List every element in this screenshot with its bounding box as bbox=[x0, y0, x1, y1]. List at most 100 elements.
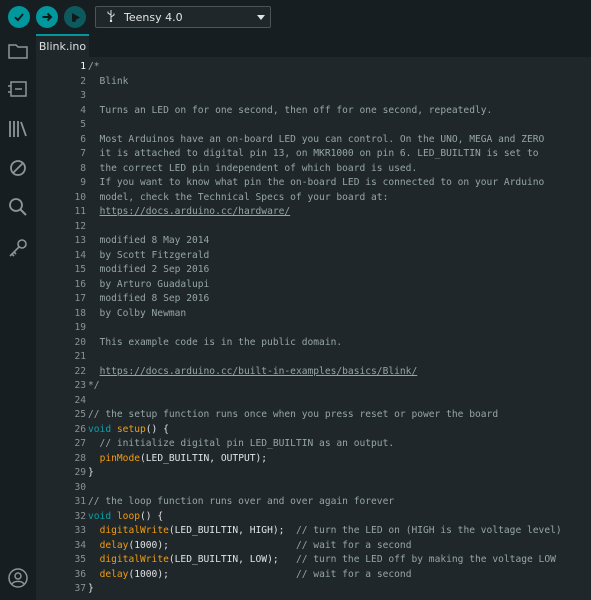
upload-button[interactable] bbox=[36, 6, 58, 28]
code-line: // the setup function runs once when you… bbox=[88, 408, 498, 423]
code-token: loop bbox=[116, 510, 140, 522]
code-line: modified 8 May 2014 bbox=[88, 234, 210, 249]
code-token: This example code is in the public domai… bbox=[88, 336, 343, 348]
key-button[interactable] bbox=[7, 237, 29, 259]
code-line: model, check the Technical Specs of your… bbox=[88, 191, 389, 206]
code-token: } bbox=[88, 583, 94, 594]
code-line: */ bbox=[88, 379, 100, 394]
code-token: delay bbox=[99, 539, 129, 551]
code-line: by Scott Fitzgerald bbox=[88, 249, 210, 264]
line-number: 6 bbox=[80, 133, 86, 145]
code-line: the correct LED pin independent of which… bbox=[88, 162, 418, 177]
board-name: Teensy 4.0 bbox=[124, 10, 183, 24]
line-number: 15 bbox=[74, 264, 86, 275]
line-number: 20 bbox=[74, 336, 86, 348]
debug-button[interactable] bbox=[64, 6, 86, 28]
line-number: 18 bbox=[74, 307, 86, 319]
line-number: 36 bbox=[74, 568, 86, 580]
code-token: void bbox=[88, 510, 112, 522]
search-button[interactable] bbox=[7, 196, 29, 218]
line-number: 27 bbox=[74, 438, 86, 449]
arrow-right-icon bbox=[42, 12, 53, 22]
line-number: 34 bbox=[74, 539, 86, 551]
code-token: digitalWrite bbox=[99, 525, 169, 536]
line-number: 5 bbox=[80, 119, 86, 130]
line-number: 2 bbox=[80, 75, 86, 87]
line-number: 29 bbox=[74, 467, 86, 478]
usb-icon bbox=[101, 9, 121, 25]
code-token: by Colby Newman bbox=[88, 307, 187, 319]
library-manager-button[interactable] bbox=[7, 118, 29, 140]
code-line: delay(1000); // wait for a second bbox=[88, 568, 412, 583]
code-line: Most Arduinos have an on-board LED you c… bbox=[88, 133, 545, 148]
code-token: by Scott Fitzgerald bbox=[88, 249, 210, 261]
code-token: // the loop function runs over and over … bbox=[88, 496, 395, 507]
code-token: // the setup function runs once when you… bbox=[88, 409, 499, 420]
code-line: If you want to know what pin the on-boar… bbox=[88, 176, 545, 191]
boards-manager-button[interactable] bbox=[7, 78, 29, 100]
toolbar: Teensy 4.0 bbox=[0, 0, 591, 34]
code-token: () { bbox=[145, 423, 169, 435]
code-line: it is attached to digital pin 13, on MKR… bbox=[88, 147, 539, 162]
code-token: */ bbox=[88, 380, 100, 391]
code-token: (LED_BUILTIN, OUTPUT); bbox=[140, 452, 268, 464]
code-token: } bbox=[88, 467, 94, 478]
code-line: https://docs.arduino.cc/hardware/ bbox=[88, 205, 291, 220]
line-number: 25 bbox=[74, 409, 86, 420]
code-area[interactable]: /* Blink Turns an LED on for one second,… bbox=[88, 57, 591, 600]
code-token: // wait for a second bbox=[295, 539, 412, 551]
code-line: digitalWrite(LED_BUILTIN, LOW); // turn … bbox=[88, 553, 556, 568]
code-line: // the loop function runs over and over … bbox=[88, 495, 394, 510]
line-number: 7 bbox=[80, 148, 86, 159]
code-line: digitalWrite(LED_BUILTIN, HIGH); // turn… bbox=[88, 524, 562, 539]
code-token: Most Arduinos have an on-board LED you c… bbox=[88, 133, 545, 145]
code-link[interactable]: https://docs.arduino.cc/built-in-example… bbox=[100, 366, 418, 377]
line-number: 16 bbox=[74, 278, 86, 290]
board-manager-icon bbox=[8, 81, 27, 97]
debugger-button[interactable] bbox=[7, 157, 29, 179]
code-line: } bbox=[88, 582, 94, 597]
code-line: modified 8 Sep 2016 bbox=[88, 292, 210, 307]
tab-blink-ino[interactable]: Blink.ino bbox=[36, 34, 89, 57]
line-number: 1 bbox=[80, 61, 86, 72]
profile-button[interactable] bbox=[7, 567, 29, 589]
code-token: // wait for a second bbox=[295, 568, 412, 580]
line-number: 12 bbox=[74, 220, 86, 232]
code-token: // turn the LED on (HIGH is the voltage … bbox=[295, 525, 562, 536]
line-number: 31 bbox=[74, 496, 86, 507]
code-token: /* bbox=[88, 61, 100, 72]
debug-disabled-icon bbox=[10, 160, 26, 176]
line-number-gutter: 1 2 3 4 5 6 7 8 9 10 11 12 13 14 15 16 17 18 19 20 21 22 23 24 2… bbox=[36, 57, 86, 600]
code-token: () { bbox=[140, 510, 164, 522]
code-token: digitalWrite bbox=[99, 554, 169, 565]
code-link[interactable]: https://docs.arduino.cc/hardware/ bbox=[100, 206, 291, 217]
code-line: void loop() { bbox=[88, 510, 163, 525]
code-editor[interactable]: 1 2 3 4 5 6 7 8 9 10 11 12 13 14 15 16 17 18 19 20 21 22 23 24 2… bbox=[36, 57, 591, 600]
board-selector[interactable]: Teensy 4.0 bbox=[95, 6, 271, 28]
library-icon bbox=[9, 121, 27, 137]
sketchbook-button[interactable] bbox=[7, 40, 29, 62]
code-token: by Arturo Guadalupi bbox=[88, 278, 210, 290]
code-line: by Colby Newman bbox=[88, 307, 187, 322]
key-icon bbox=[9, 239, 27, 257]
verify-button[interactable] bbox=[8, 6, 30, 28]
code-token: (LED_BUILTIN, LOW); bbox=[168, 554, 296, 565]
line-number: 22 bbox=[74, 365, 86, 377]
folder-icon bbox=[8, 44, 28, 59]
code-token: (1000); bbox=[128, 539, 296, 551]
code-line: https://docs.arduino.cc/built-in-example… bbox=[88, 365, 418, 380]
chevron-down-icon bbox=[252, 14, 270, 20]
code-token: delay bbox=[99, 568, 129, 580]
line-number: 11 bbox=[74, 206, 86, 217]
code-token: // initialize digital pin LED_BUILTIN as… bbox=[88, 438, 395, 449]
line-number: 3 bbox=[80, 90, 86, 101]
line-number: 28 bbox=[74, 452, 86, 464]
code-token: setup bbox=[116, 423, 146, 435]
line-number: 8 bbox=[80, 162, 86, 174]
line-number: 26 bbox=[74, 423, 86, 435]
code-line: // initialize digital pin LED_BUILTIN as… bbox=[88, 437, 395, 452]
code-token: pinMode bbox=[99, 452, 140, 464]
